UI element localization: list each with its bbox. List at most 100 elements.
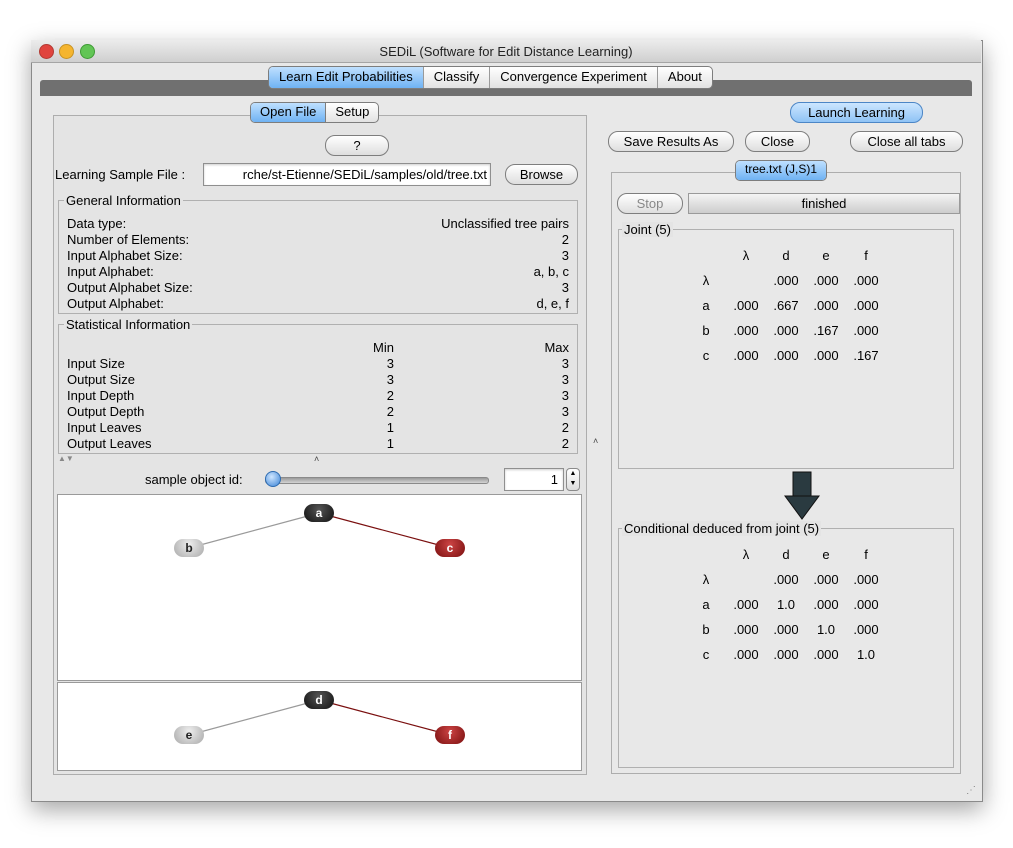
split-handle-icon[interactable]: ˄ (593, 436, 598, 446)
file-path-value: rche/st-Etienne/SEDiL/samples/old/tree.t… (242, 167, 487, 182)
tab-setup[interactable]: Setup (326, 103, 378, 122)
matrix-row-header: b (702, 323, 710, 338)
conditional-matrix-group: Conditional deduced from joint (5) λ d e f λ… (618, 521, 954, 768)
matrix-cell: .000 (813, 572, 839, 587)
info-row: Number of Elements: 2 (67, 232, 569, 247)
info-row: Output Alphabet: d, e, f (67, 296, 569, 311)
left-subtab-bar: Open File Setup (250, 102, 380, 123)
save-results-button[interactable]: Save Results As (608, 131, 734, 152)
split-collapse-icon[interactable]: ▲▼ (58, 454, 74, 463)
statistical-information-group: Statistical Information Min Max Input Siz… (58, 317, 578, 454)
matrix-row-header: λ (702, 273, 710, 288)
general-information-group: General Information Data type: Unclassifi… (58, 193, 578, 314)
stop-button[interactable]: Stop (617, 193, 683, 214)
window-title: SEDiL (Software for Edit Distance Learni… (379, 44, 633, 59)
general-information-title: General Information (64, 193, 183, 208)
sample-object-id-value: 1 (550, 472, 558, 487)
close-button[interactable]: Close (745, 131, 810, 152)
matrix-col-header: d (782, 547, 790, 562)
matrix-col-header: λ (742, 248, 750, 263)
stat-row: Output Size 3 3 (67, 372, 569, 387)
browse-button[interactable]: Browse (505, 164, 578, 185)
stat-row: Input Depth 2 3 (67, 388, 569, 403)
output-tree-canvas: d e f (57, 682, 582, 771)
launch-learning-button[interactable]: Launch Learning (790, 102, 923, 123)
matrix-col-header: e (822, 547, 830, 562)
stat-row: Output Depth 2 3 (67, 404, 569, 419)
statistical-information-title: Statistical Information (64, 317, 193, 332)
matrix-cell: .000 (853, 572, 879, 587)
stat-header-row: Min Max (373, 340, 569, 355)
results-tab-bar: tree.txt (J,S)1 (735, 160, 828, 181)
matrix-cell: .000 (853, 273, 879, 288)
info-row: Input Alphabet Size: 3 (67, 248, 569, 263)
tab-learn-edit-probabilities[interactable]: Learn Edit Probabilities (269, 67, 424, 88)
tree-node-root[interactable]: d (304, 691, 334, 709)
split-handle-icon[interactable]: ˄ (314, 454, 319, 464)
info-row: Input Alphabet: a, b, c (67, 264, 569, 279)
matrix-cell: .167 (853, 348, 879, 363)
matrix-cell: .000 (773, 273, 799, 288)
matrix-cell: .667 (773, 298, 799, 313)
joint-matrix-group: Joint (5) λ d e f λ .000 .000 .000 a .000 .667 .000… (618, 222, 954, 469)
matrix-col-header: λ (742, 547, 750, 562)
matrix-cell: 1.0 (776, 597, 796, 612)
help-button[interactable]: ? (325, 135, 389, 156)
down-arrow-icon (784, 471, 820, 524)
matrix-row-header: a (702, 298, 710, 313)
stat-row: Input Size 3 3 (67, 356, 569, 371)
matrix-cell: .000 (813, 597, 839, 612)
main-tab-bar: Learn Edit Probabilities Classify Conver… (268, 66, 713, 89)
matrix-cell: .000 (813, 273, 839, 288)
joint-matrix-title: Joint (5) (622, 222, 673, 237)
matrix-cell: .000 (773, 622, 799, 637)
matrix-cell: .167 (813, 323, 839, 338)
matrix-cell: .000 (733, 647, 759, 662)
sample-id-stepper[interactable]: ▲ ▼ (566, 468, 580, 491)
sample-object-label: sample object id: (145, 472, 243, 487)
matrix-cell: .000 (853, 597, 879, 612)
matrix-row-header: c (702, 647, 710, 662)
matrix-row-header: a (702, 597, 710, 612)
matrix-cell: .000 (733, 298, 759, 313)
input-tree-canvas: a b c (57, 494, 582, 681)
matrix-cell: .000 (813, 647, 839, 662)
tab-result-tree[interactable]: tree.txt (J,S)1 (736, 161, 827, 180)
conditional-matrix-title: Conditional deduced from joint (5) (622, 521, 822, 536)
file-path-field[interactable]: rche/st-Etienne/SEDiL/samples/old/tree.t… (203, 163, 491, 186)
tab-convergence-experiment[interactable]: Convergence Experiment (490, 67, 658, 88)
matrix-row-header: b (702, 622, 710, 637)
tree-node-left[interactable]: e (174, 726, 204, 744)
tree-node-left[interactable]: b (174, 539, 204, 557)
matrix-cell: 1.0 (816, 622, 836, 637)
matrix-cell: 1.0 (856, 647, 876, 662)
tree-node-right[interactable]: f (435, 726, 465, 744)
tab-open-file[interactable]: Open File (251, 103, 327, 122)
resize-grip-icon[interactable]: ⋰ (966, 785, 976, 796)
stat-row: Output Leaves 1 2 (67, 436, 569, 451)
matrix-col-header: d (782, 248, 790, 263)
progress-status: finished (801, 196, 847, 211)
tree-node-root[interactable]: a (304, 504, 334, 522)
slider-thumb[interactable] (265, 471, 281, 487)
matrix-cell: .000 (853, 622, 879, 637)
tree-node-right[interactable]: c (435, 539, 465, 557)
matrix-cell: .000 (733, 348, 759, 363)
matrix-row-header: λ (702, 572, 710, 587)
close-all-tabs-button[interactable]: Close all tabs (850, 131, 963, 152)
progress-bar: finished (688, 193, 960, 214)
matrix-cell: .000 (733, 323, 759, 338)
matrix-cell: .000 (773, 323, 799, 338)
matrix-cell: .000 (773, 572, 799, 587)
file-label: Learning Sample File : (55, 167, 186, 182)
sample-object-id-field[interactable]: 1 (504, 468, 564, 491)
tab-about[interactable]: About (658, 67, 712, 88)
matrix-col-header: f (864, 248, 868, 263)
sample-object-slider[interactable] (265, 477, 489, 484)
matrix-col-header: f (864, 547, 868, 562)
matrix-col-header: e (822, 248, 830, 263)
matrix-cell: .000 (813, 298, 839, 313)
matrix-cell: .000 (853, 323, 879, 338)
tab-classify[interactable]: Classify (424, 67, 491, 88)
input-tree-edges (188, 512, 451, 549)
